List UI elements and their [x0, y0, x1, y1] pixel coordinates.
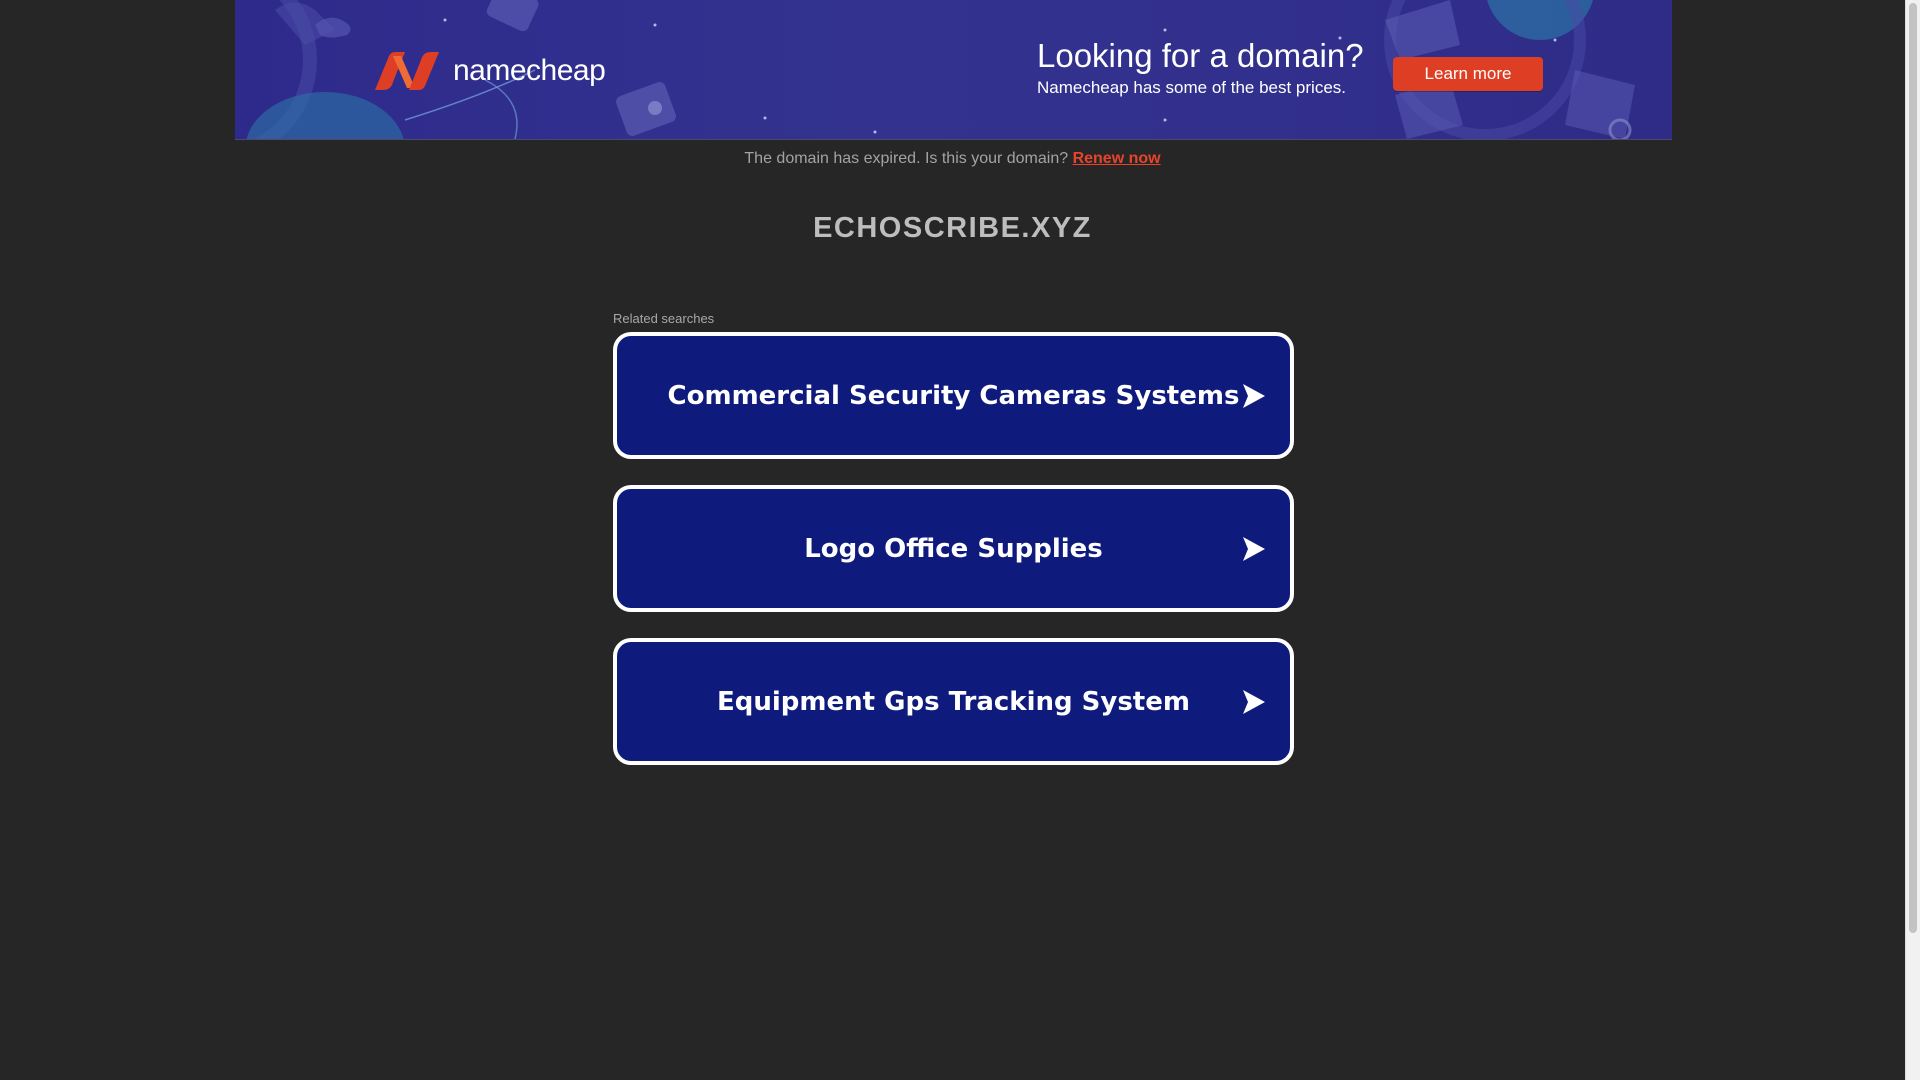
promo-subheading: Namecheap has some of the best prices.: [1037, 78, 1346, 97]
related-search-button-commercial-security[interactable]: Commercial Security Cameras Systems: [613, 332, 1294, 459]
arrow-right-icon: [1243, 689, 1265, 714]
scrollbar-thumb[interactable]: [1909, 3, 1917, 933]
renew-now-link[interactable]: Renew now: [1073, 150, 1161, 167]
promo-heading: Looking for a domain?: [1037, 37, 1364, 74]
namecheap-logo[interactable]: namecheap: [371, 50, 606, 92]
related-search-label: Equipment Gps Tracking System: [717, 686, 1190, 717]
learn-more-button[interactable]: Learn more: [1393, 57, 1543, 91]
expired-notice: The domain has expired. Is this your dom…: [0, 149, 1905, 169]
page: namecheap Looking for a domain? Namechea…: [0, 0, 1920, 1080]
related-search-button-gps-tracking[interactable]: Equipment Gps Tracking System: [613, 638, 1294, 765]
arrow-right-icon: [1243, 536, 1265, 561]
logo-wordmark: namecheap: [453, 54, 606, 87]
related-searches-label: Related searches: [613, 311, 715, 326]
related-search-label: Commercial Security Cameras Systems: [667, 380, 1240, 411]
arrow-right-icon: [1243, 383, 1265, 408]
related-search-button-logo-office[interactable]: Logo Office Supplies: [613, 485, 1294, 612]
related-search-label: Logo Office Supplies: [804, 533, 1103, 564]
expired-notice-text: The domain has expired. Is this your dom…: [744, 150, 1073, 167]
vertical-scrollbar[interactable]: [1905, 0, 1920, 1080]
namecheap-logo-icon: [375, 52, 439, 90]
domain-title: ECHOSCRIBE.XYZ: [813, 212, 1092, 244]
namecheap-ad-banner[interactable]: namecheap Looking for a domain? Namechea…: [235, 0, 1672, 140]
